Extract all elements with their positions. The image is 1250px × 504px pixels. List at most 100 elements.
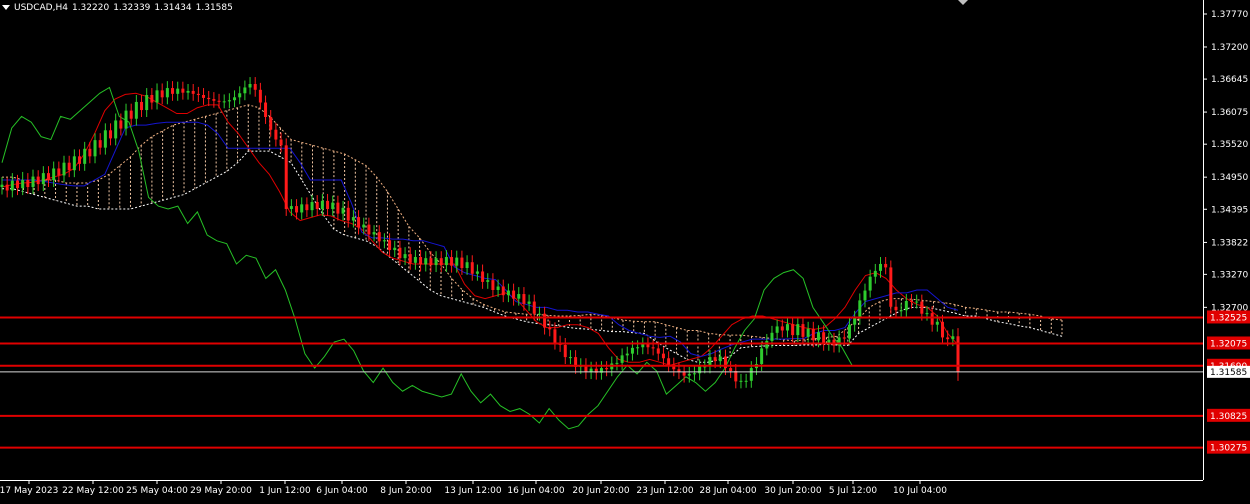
candle-bear [202, 95, 206, 98]
candle-bull [382, 240, 386, 242]
time-tick-label: 5 Jul 12:00 [829, 486, 878, 496]
candle-bear [419, 257, 423, 265]
candle-bear [667, 358, 671, 365]
candle-bull [853, 317, 857, 325]
candle-bull [145, 95, 149, 111]
candle-bear [460, 257, 464, 268]
candle-bear [884, 263, 888, 268]
candle-bull [165, 88, 169, 98]
candle-bear [67, 162, 71, 171]
candle-bear [930, 313, 934, 325]
time-tick-label: 1 Jun 12:00 [259, 486, 311, 496]
candle-bull [233, 97, 237, 101]
candle-bull [393, 247, 397, 251]
time-tick-label: 10 Jul 04:00 [893, 486, 947, 496]
candle-bear [160, 90, 164, 98]
candle-bear [140, 101, 144, 111]
candle-bear [398, 247, 402, 259]
candle-bull [517, 294, 521, 299]
candle-bull [935, 321, 939, 325]
candle-bull [527, 301, 531, 304]
candle-bull [238, 93, 242, 98]
price-chart[interactable]: 1.37770 1.37200 1.36645 1.36075 1.35520 1.349… [0, 0, 1250, 500]
candle-bull [760, 348, 764, 365]
candle-bull [770, 332, 774, 341]
price-tick-label: 1.34950 [1211, 173, 1248, 183]
price-tick-label: 1.36645 [1211, 75, 1248, 85]
candle-bull [62, 162, 66, 176]
candle-bear [656, 348, 660, 354]
candle-bear [909, 300, 913, 302]
candle-bull [863, 290, 867, 301]
candle-bull [0, 184, 4, 187]
level-price-label: 1.32525 [1210, 313, 1247, 323]
time-tick-label: 17 May 2023 [0, 486, 58, 496]
chart-canvas[interactable]: 1.37770 1.37200 1.36645 1.36075 1.35520 1.349… [0, 0, 1250, 500]
candle-bear [5, 184, 9, 191]
candle-bull [403, 254, 407, 259]
price-tick-label: 1.34395 [1211, 205, 1248, 215]
candle-bear [129, 110, 133, 119]
candle-bull [351, 217, 355, 221]
candle-bear [284, 145, 288, 209]
candle-bull [455, 257, 459, 266]
price-tick-label: 1.37200 [1211, 43, 1248, 53]
candle-bear [191, 90, 195, 94]
candle-bull [775, 326, 779, 333]
candle-bear [295, 206, 299, 213]
price-tick-label: 1.35520 [1211, 140, 1248, 150]
candle-bull [496, 286, 500, 290]
candle-bear [563, 344, 567, 358]
symbol-label: USDCAD,H4 [14, 3, 68, 13]
time-tick-label: 28 Jun 04:00 [699, 486, 756, 496]
candle-bull [785, 324, 789, 331]
candle-bear [326, 200, 330, 209]
candle-bear [894, 306, 898, 311]
candle-bear [605, 368, 609, 370]
cloud-edge-b [2, 150, 1063, 363]
candle-bear [26, 180, 30, 187]
level-price-label: 1.30825 [1210, 412, 1247, 422]
cloud-edge-a [2, 104, 1063, 342]
price-tick-label: 1.37770 [1211, 10, 1248, 20]
candle-bull [465, 262, 469, 268]
candle-bull [134, 101, 138, 119]
candle-bull [331, 202, 335, 209]
candle-bear [439, 258, 443, 266]
candle-bull [816, 332, 820, 341]
candle-bull [475, 271, 479, 274]
candle-bear [491, 280, 495, 290]
candles [0, 77, 960, 389]
candle-bull [744, 380, 748, 382]
candle-bull [636, 347, 640, 349]
candle-bull [739, 380, 743, 382]
price-tick-label: 1.33270 [1211, 270, 1248, 280]
level-price-label: 1.30275 [1210, 444, 1247, 454]
candle-bull [243, 87, 247, 94]
candle-bull [21, 180, 25, 189]
tenkan-line [1, 92, 959, 366]
candle-bull [692, 373, 696, 375]
candle-bear [543, 313, 547, 328]
candle-bull [124, 110, 128, 129]
candle-bear [346, 207, 350, 221]
close-value: 1.31585 [195, 3, 233, 13]
candle-bear [150, 95, 154, 103]
candle-bear [98, 140, 102, 148]
candle-bear [713, 357, 717, 362]
candle-bear [646, 344, 650, 348]
time-tick-label: 8 Jun 20:00 [380, 486, 432, 496]
candle-bull [176, 88, 180, 94]
dropdown-arrow-icon[interactable] [2, 5, 10, 10]
candle-bear [470, 262, 474, 274]
candle-bull [904, 300, 908, 311]
candle-bull [486, 280, 490, 282]
ichimoku-cloud [1, 104, 1063, 363]
candle-bull [625, 353, 629, 356]
candle-bull [868, 276, 872, 291]
time-tick-label: 6 Jun 04:00 [316, 486, 368, 496]
candle-bull [615, 362, 619, 364]
candle-bear [512, 290, 516, 299]
candle-bear [889, 267, 893, 307]
candle-bull [320, 200, 324, 209]
